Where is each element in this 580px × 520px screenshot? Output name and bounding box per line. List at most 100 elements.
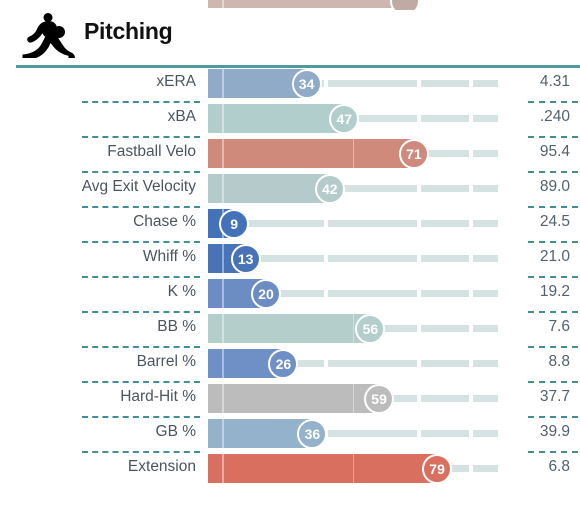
percentile-badge: 42: [314, 173, 345, 204]
row-separator-left: [82, 416, 200, 418]
percentile-badge: 36: [297, 418, 328, 449]
page-title: Pitching: [84, 18, 173, 44]
bar-track-gap: [416, 395, 421, 402]
bar-track-gap: [324, 290, 328, 297]
metric-bar: 42: [208, 173, 498, 204]
metric-bar: 34: [208, 68, 498, 99]
bar-fill: [208, 454, 438, 483]
bar-track-gap: [416, 220, 421, 227]
bar-fill-tick: [222, 349, 224, 378]
bar-fill-tick: [222, 384, 224, 413]
row-separator-left: [82, 241, 200, 243]
metric-label: K %: [167, 283, 196, 300]
row-separator-right: [528, 416, 578, 418]
bar-track-gap: [469, 360, 473, 367]
metric-value: 6.8: [548, 458, 570, 475]
percentile-row[interactable]: GB % 36 39.9: [0, 416, 580, 451]
row-separator-left: [82, 381, 200, 383]
metric-label: Chase %: [133, 213, 196, 230]
metric-bar: 79: [208, 453, 498, 484]
bar-fill-tick: [222, 244, 224, 273]
metric-value: 89.0: [539, 178, 570, 195]
bar-fill-tick: [222, 174, 224, 203]
percentile-row[interactable]: K % 20 19.2: [0, 276, 580, 311]
bar-fill-midtick: [353, 454, 354, 483]
percentile-badge: 79: [422, 453, 453, 484]
row-separator-left: [82, 311, 200, 313]
bar-track-gap: [469, 80, 473, 87]
metric-label: Hard-Hit %: [120, 388, 196, 405]
row-separator-left: [82, 171, 200, 173]
bar-track-gap: [324, 360, 328, 367]
metric-bar: 47: [208, 103, 498, 134]
metric-value: 4.31: [539, 73, 570, 90]
percentile-row[interactable]: xERA 34 4.31: [0, 66, 580, 101]
row-separator-left: [82, 206, 200, 208]
metric-label: Extension: [127, 458, 196, 475]
metric-bar: 59: [208, 383, 498, 414]
row-separator-right: [528, 101, 578, 103]
pitcher-silhouette-icon: [22, 13, 75, 58]
percentile-row[interactable]: Whiff % 13 21.0: [0, 241, 580, 276]
bar-track-gap: [416, 290, 421, 297]
bar-fill-tick: [222, 279, 224, 308]
row-separator-right: [528, 451, 578, 453]
row-separator-left: [82, 276, 200, 278]
percentile-row[interactable]: Chase % 9 24.5: [0, 206, 580, 241]
percentile-row[interactable]: Fastball Velo 71 95.4: [0, 136, 580, 171]
row-separator-right: [528, 346, 578, 348]
metric-value: 21.0: [539, 248, 570, 265]
percentile-row[interactable]: Barrel % 26 8.8: [0, 346, 580, 381]
metric-label: xBA: [167, 108, 196, 125]
row-separator-left: [82, 101, 200, 103]
clipped-percentile-circle: [390, 0, 420, 10]
percentile-row[interactable]: Avg Exit Velocity 42 89.0: [0, 171, 580, 206]
percentile-badge: 20: [251, 278, 281, 309]
bar-track-gap: [416, 185, 421, 192]
metric-label: BB %: [157, 318, 196, 335]
bar-track-gap: [324, 255, 328, 262]
metric-bar: 36: [208, 418, 498, 449]
bar-fill: [208, 314, 371, 343]
metric-value: 24.5: [539, 213, 570, 230]
metric-value: 19.2: [539, 283, 570, 300]
bar-track-gap: [469, 185, 473, 192]
bar-track-gap: [469, 150, 473, 157]
row-separator-left: [82, 136, 200, 138]
row-separator-right: [528, 381, 578, 383]
percentile-badge: 71: [398, 138, 429, 169]
row-separator-right: [528, 241, 578, 243]
clipped-bar-fill: [208, 0, 404, 8]
metric-value: 37.7: [539, 388, 570, 405]
metric-value: 39.9: [539, 423, 570, 440]
percentile-badge: 9: [219, 208, 250, 239]
percentile-badge: 56: [355, 313, 386, 344]
bar-fill-midtick: [353, 139, 354, 168]
metric-value: 8.8: [548, 353, 570, 370]
row-separator-right: [528, 311, 578, 313]
bar-track-gap: [416, 80, 421, 87]
bar-track-gap: [469, 115, 473, 122]
metric-label: Fastball Velo: [107, 143, 196, 160]
bar-track-gap: [469, 395, 473, 402]
bar-fill-tick: [222, 69, 224, 98]
bar-track-gap: [469, 290, 473, 297]
bar-fill-tick: [222, 139, 224, 168]
bar-fill-tick: [222, 314, 224, 343]
percentile-row[interactable]: Extension 79 6.8: [0, 451, 580, 486]
bar-track-gap: [416, 430, 421, 437]
section-header: Pitching: [0, 12, 580, 68]
percentile-badge: 26: [268, 348, 299, 379]
percentile-row[interactable]: xBA 47 .240: [0, 101, 580, 136]
bar-fill-midtick: [353, 384, 354, 413]
metric-value: 95.4: [539, 143, 570, 160]
bar-track-gap: [416, 325, 421, 332]
percentile-badge: 34: [291, 68, 322, 99]
percentile-row[interactable]: BB % 56 7.6: [0, 311, 580, 346]
percentile-row[interactable]: Hard-Hit % 59 37.7: [0, 381, 580, 416]
metric-label: GB %: [155, 423, 196, 440]
bar-track-gap: [324, 80, 328, 87]
metric-label: Avg Exit Velocity: [81, 178, 196, 195]
row-separator-left: [82, 346, 200, 348]
bar-track-gap: [324, 220, 328, 227]
